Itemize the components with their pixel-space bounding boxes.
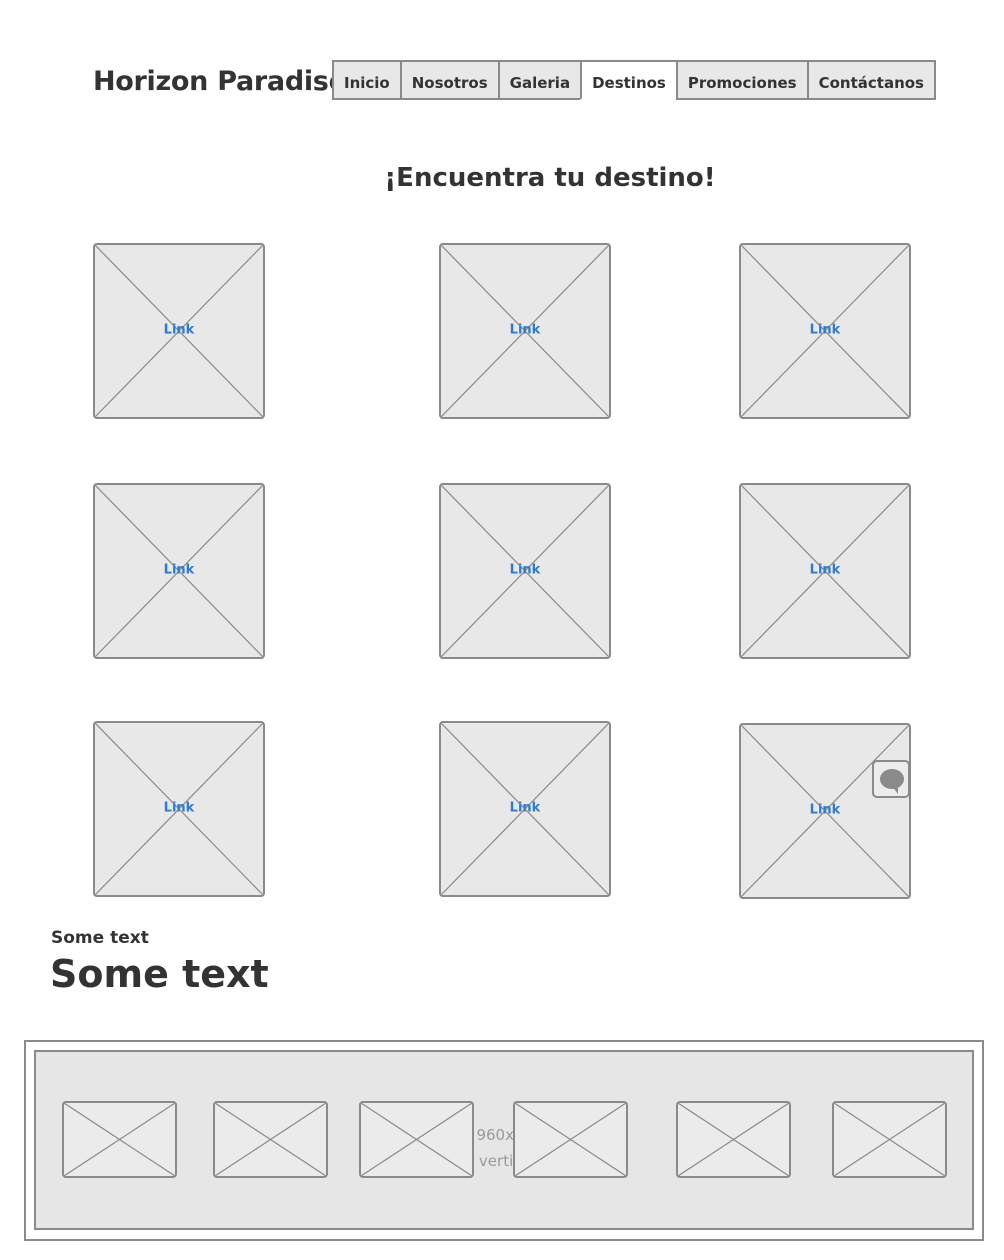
tab-galeria[interactable]: Galeria bbox=[497, 60, 583, 100]
ad-image-placeholder bbox=[513, 1101, 628, 1178]
destination-image-placeholder: Link bbox=[739, 243, 911, 419]
destination-link[interactable]: Link bbox=[95, 562, 263, 577]
image-placeholder-icon bbox=[678, 1103, 789, 1176]
destination-image-placeholder: Link bbox=[93, 721, 265, 897]
image-placeholder-icon bbox=[215, 1103, 326, 1176]
destination-link[interactable]: Link bbox=[95, 800, 263, 815]
tab-promociones[interactable]: Promociones bbox=[675, 60, 809, 100]
destination-image-placeholder: Link bbox=[439, 243, 611, 419]
destination-link[interactable]: Link bbox=[441, 800, 609, 815]
page-title: ¡Encuentra tu destino! bbox=[384, 163, 716, 193]
destination-image-placeholder: Link bbox=[93, 243, 265, 419]
small-text: Some text bbox=[51, 928, 149, 948]
destination-link[interactable]: Link bbox=[741, 322, 909, 337]
chat-bubble-icon[interactable] bbox=[872, 760, 910, 798]
destination-image-placeholder: Link bbox=[739, 483, 911, 659]
destination-link[interactable]: Link bbox=[741, 802, 909, 817]
image-placeholder-icon bbox=[515, 1103, 626, 1176]
image-placeholder-icon bbox=[834, 1103, 945, 1176]
large-text: Some text bbox=[50, 952, 269, 996]
image-placeholder-icon bbox=[361, 1103, 472, 1176]
destination-image-placeholder: Link bbox=[439, 483, 611, 659]
ad-image-placeholder bbox=[676, 1101, 791, 1178]
destination-image-placeholder: Link bbox=[93, 483, 265, 659]
tab-destinos[interactable]: Destinos bbox=[580, 60, 678, 100]
main-nav: Inicio Nosotros Galeria Destinos Promoci… bbox=[332, 60, 936, 100]
tab-nosotros[interactable]: Nosotros bbox=[399, 60, 500, 100]
ad-image-placeholder bbox=[832, 1101, 947, 1178]
destination-image-placeholder: Link bbox=[739, 723, 911, 899]
ad-image-placeholder bbox=[62, 1101, 177, 1178]
destination-link[interactable]: Link bbox=[95, 322, 263, 337]
destination-link[interactable]: Link bbox=[441, 562, 609, 577]
site-brand: Horizon Paradise bbox=[93, 66, 347, 97]
ad-image-placeholder bbox=[359, 1101, 474, 1178]
tab-contactanos[interactable]: Contáctanos bbox=[806, 60, 936, 100]
ad-image-placeholder bbox=[213, 1101, 328, 1178]
tab-inicio[interactable]: Inicio bbox=[332, 60, 402, 100]
destination-image-placeholder: Link bbox=[439, 721, 611, 897]
image-placeholder-icon bbox=[64, 1103, 175, 1176]
destination-link[interactable]: Link bbox=[741, 562, 909, 577]
destination-link[interactable]: Link bbox=[441, 322, 609, 337]
